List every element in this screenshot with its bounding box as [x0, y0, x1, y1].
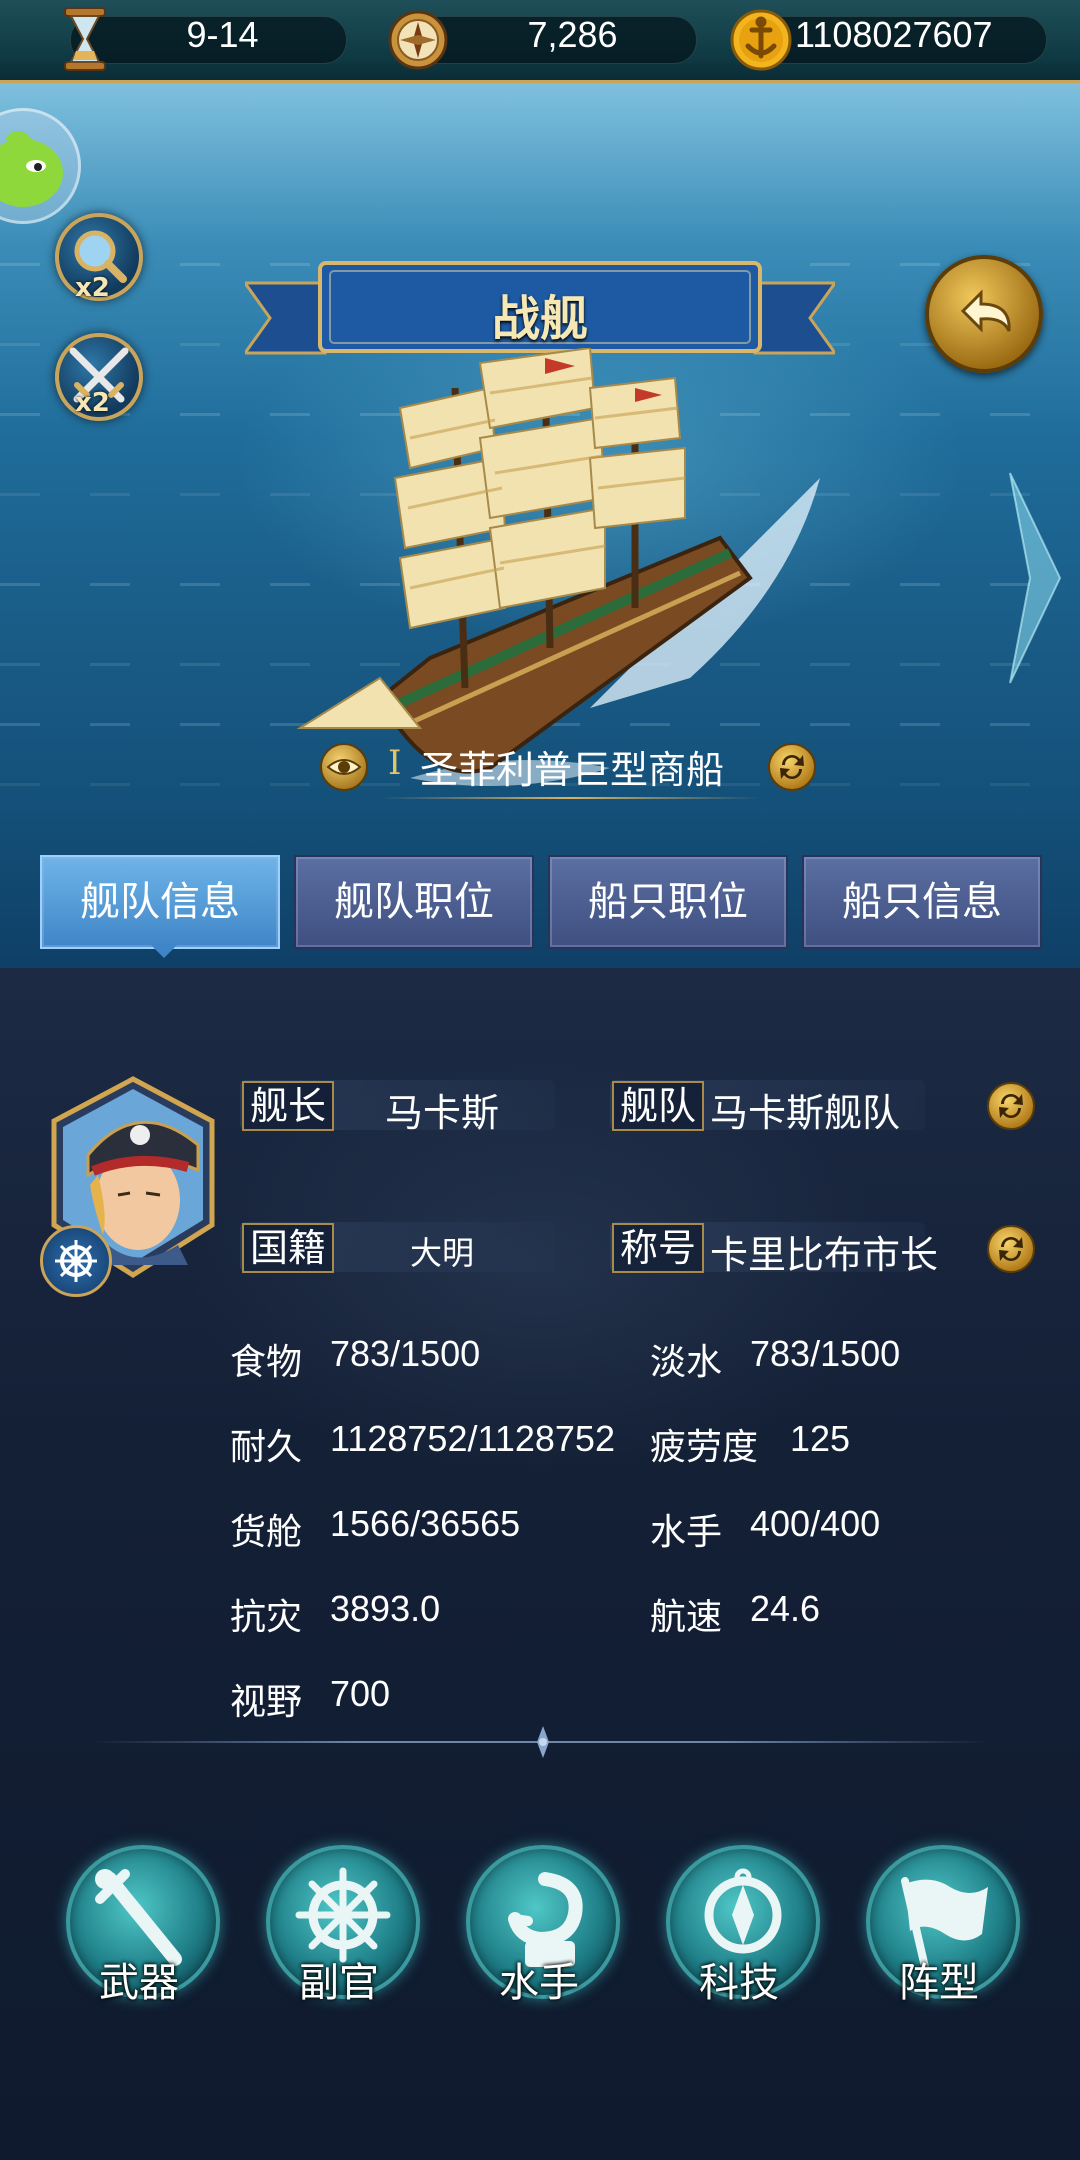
gold-value: 1108027607 — [795, 14, 993, 55]
ship-name-row: I 圣菲利普巨型商船 — [310, 733, 820, 799]
back-arrow-icon — [960, 289, 1011, 333]
eye-icon — [326, 759, 362, 775]
resource-bar: 9-14 7,286 1108027607 — [0, 0, 1080, 83]
captain-class-badge — [40, 1225, 112, 1297]
refresh-icon — [999, 1094, 1023, 1118]
tab-ship-positions[interactable]: 船只职位 — [548, 855, 788, 949]
title-banner: 战舰 — [245, 253, 835, 363]
speed-boost-label: x2 — [75, 273, 110, 303]
mascot-icon — [0, 131, 63, 207]
stat-cargo-value: 1566/36565 — [330, 1503, 521, 1544]
tab-fleet-positions[interactable]: 舰队职位 — [294, 855, 534, 949]
captain-value: 马卡斯 — [385, 1091, 500, 1135]
change-title-button[interactable] — [987, 1225, 1035, 1273]
compass-resource-icon — [385, 4, 451, 78]
refresh-icon — [999, 1237, 1023, 1261]
tab-fleet-info[interactable]: 舰队信息 — [40, 855, 280, 949]
date-value: 9-14 — [186, 14, 259, 55]
captain-portrait[interactable] — [40, 1075, 218, 1297]
tech-label: 科技 — [699, 1960, 779, 2006]
stat-vision-label: 视野 — [230, 1682, 303, 1723]
stat-fatigue-value: 125 — [790, 1418, 851, 1459]
captain-label: 舰长 — [242, 1081, 335, 1131]
switch-ship-button[interactable] — [768, 743, 816, 791]
title-label: 称号 — [612, 1223, 705, 1273]
banner-title: 战舰 — [491, 291, 588, 347]
stat-durability-value: 1128752/1128752 — [330, 1418, 615, 1459]
divider-ornament-icon — [523, 1722, 563, 1762]
sailor-label: 水手 — [499, 1960, 579, 2006]
next-ship-arrow[interactable] — [1000, 463, 1070, 693]
ship-name: 圣菲利普巨型商船 — [420, 748, 725, 792]
chevron-right-icon — [1009, 472, 1062, 684]
view-ship-button[interactable] — [320, 743, 368, 791]
formation-label: 阵型 — [899, 1960, 979, 2006]
nationality-label: 国籍 — [242, 1223, 335, 1273]
weapon-label: 武器 — [99, 1960, 179, 2006]
nationality-value: 大明 — [410, 1234, 475, 1272]
battle-boost-label: x2 — [75, 388, 110, 418]
title-value: 卡里比布市长 — [710, 1233, 939, 1277]
stat-speed-label: 航速 — [650, 1597, 723, 1638]
compass-value: 7,286 — [527, 14, 618, 55]
stat-sailors-label: 水手 — [650, 1512, 723, 1553]
stat-fatigue-label: 疲劳度 — [650, 1427, 759, 1468]
back-button[interactable] — [925, 255, 1043, 373]
tab-ship-info[interactable]: 船只信息 — [802, 855, 1042, 949]
stat-food-label: 食物 — [230, 1342, 303, 1383]
stat-vision-value: 700 — [330, 1673, 391, 1714]
stat-food-value: 783/1500 — [330, 1333, 481, 1374]
gold-anchor-icon — [728, 4, 794, 78]
stat-sailors-value: 400/400 — [750, 1503, 881, 1544]
stat-disaster-resist-label: 抗灾 — [230, 1597, 303, 1638]
mascot-avatar[interactable] — [0, 108, 81, 224]
refresh-icon — [780, 755, 804, 779]
stat-water-label: 淡水 — [650, 1342, 723, 1383]
fleet-value: 马卡斯舰队 — [710, 1091, 901, 1135]
active-tab-pointer — [150, 944, 178, 958]
lieutenant-label: 副官 — [299, 1960, 379, 2006]
stat-disaster-resist-value: 3893.0 — [330, 1588, 441, 1629]
hourglass-icon — [55, 4, 115, 78]
ship-scene: x2 x2 战舰 I 圣菲利普巨型商船 — [0, 83, 1080, 973]
stat-durability-label: 耐久 — [230, 1427, 303, 1468]
ship-rank: I — [388, 743, 402, 783]
stat-water-value: 783/1500 — [750, 1333, 901, 1374]
change-fleet-button[interactable] — [987, 1082, 1035, 1130]
ship-name-underline — [380, 797, 760, 799]
stat-speed-value: 24.6 — [750, 1588, 821, 1629]
stat-cargo-label: 货舱 — [230, 1512, 303, 1553]
helm-wheel-icon — [55, 1240, 97, 1282]
fleet-label: 舰队 — [612, 1081, 705, 1131]
